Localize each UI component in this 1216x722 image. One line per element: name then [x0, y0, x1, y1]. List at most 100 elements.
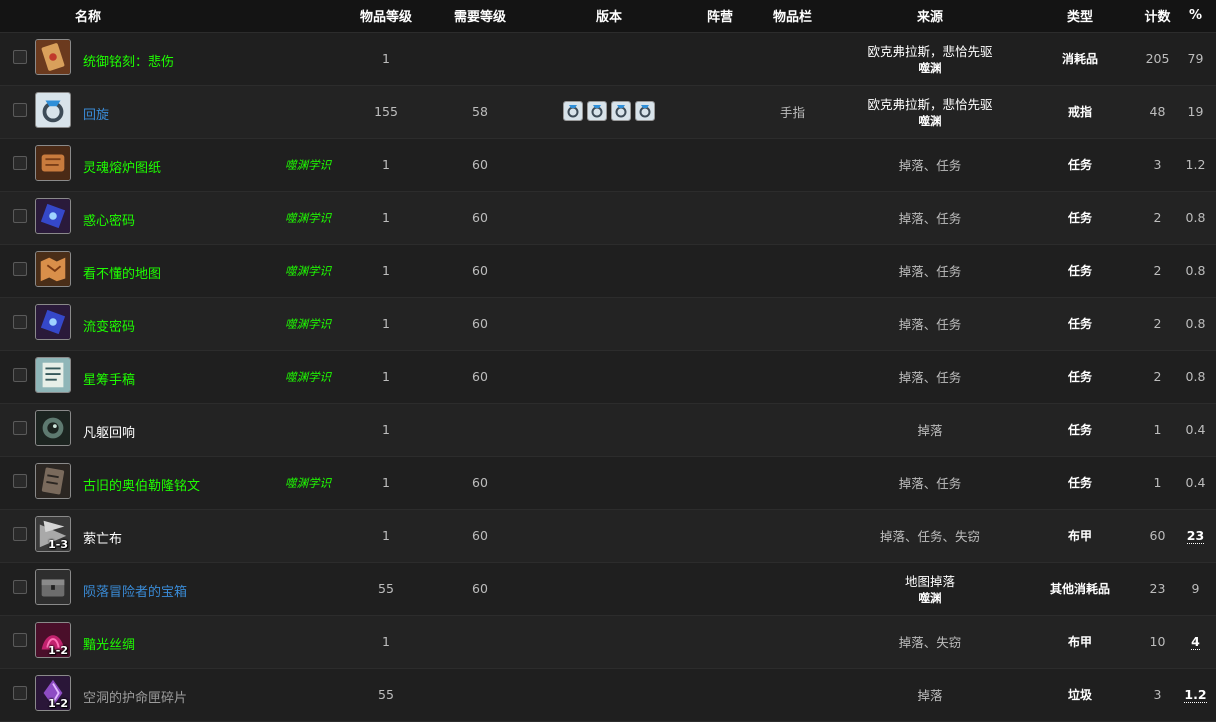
- table-row[interactable]: 流变密码 噬渊学识 1 60 掉落、任务 任务 2 0.8: [0, 297, 1216, 350]
- item-name-link[interactable]: 惑心密码: [83, 210, 135, 229]
- table-row[interactable]: 1-2 黯光丝绸 1 掉落、失窃 布甲 10 4: [0, 615, 1216, 668]
- inscription-icon[interactable]: [35, 38, 71, 75]
- header-name[interactable]: 名称: [35, 0, 335, 33]
- cloth-icon[interactable]: 1-3: [35, 515, 71, 552]
- table-row[interactable]: 看不懂的地图 噬渊学识 1 60 掉落、任务 任务 2 0.8: [0, 244, 1216, 297]
- item-name-link[interactable]: 星筹手稿: [83, 369, 135, 388]
- category-tag[interactable]: 噬渊学识: [285, 370, 331, 384]
- item-name-link[interactable]: 古旧的奥伯勒隆铭文: [83, 475, 200, 494]
- type-cell[interactable]: 任务: [1068, 423, 1092, 437]
- type-cell[interactable]: 消耗品: [1062, 52, 1098, 66]
- version-ring-icon[interactable]: [611, 100, 631, 121]
- category-tag[interactable]: 噬渊学识: [285, 158, 331, 172]
- row-checkbox[interactable]: [12, 421, 27, 435]
- table-row[interactable]: 陨落冒险者的宝箱 55 60 地图掉落 噬渊 其他消耗品 23 9: [0, 562, 1216, 615]
- category-tag[interactable]: 噬渊学识: [285, 264, 331, 278]
- category-tag[interactable]: 噬渊学识: [285, 211, 331, 225]
- slot-cell: [745, 668, 840, 721]
- item-name-link[interactable]: 流变密码: [83, 316, 135, 335]
- header-type[interactable]: 类型: [1020, 0, 1140, 33]
- scroll-icon[interactable]: [35, 144, 71, 181]
- category-tag[interactable]: 噬渊学识: [285, 476, 331, 490]
- type-cell[interactable]: 任务: [1068, 264, 1092, 278]
- source-text[interactable]: 地图掉落: [840, 571, 1020, 590]
- table-row[interactable]: 惑心密码 噬渊学识 1 60 掉落、任务 任务 2 0.8: [0, 191, 1216, 244]
- header-item-level[interactable]: 物品等级: [335, 0, 437, 33]
- table-row[interactable]: 1-2 空洞的护命匣碎片 55 掉落 垃圾 3 1.2: [0, 668, 1216, 721]
- table-row[interactable]: 星筹手稿 噬渊学识 1 60 掉落、任务 任务 2 0.8: [0, 350, 1216, 403]
- item-name-link[interactable]: 凡躯回响: [83, 422, 135, 441]
- table-row[interactable]: 回旋 155 58 手指 欧克弗拉斯，悲恰先驱 噬渊 戒指 48 19: [0, 85, 1216, 138]
- type-cell[interactable]: 布甲: [1068, 635, 1092, 649]
- row-checkbox[interactable]: [12, 156, 27, 170]
- header-faction[interactable]: 阵营: [695, 0, 745, 33]
- required-level: 60: [472, 316, 488, 331]
- type-cell[interactable]: 布甲: [1068, 529, 1092, 543]
- shard-icon[interactable]: 1-2: [35, 674, 71, 711]
- version-ring-icon[interactable]: [635, 100, 655, 121]
- source-zone[interactable]: 噬渊: [840, 590, 1020, 606]
- item-name-link[interactable]: 统御铭刻：悲伤: [83, 51, 174, 70]
- item-name-link[interactable]: 看不懂的地图: [83, 263, 161, 282]
- echo-icon[interactable]: [35, 409, 71, 446]
- table-row[interactable]: 古旧的奥伯勒隆铭文 噬渊学识 1 60 掉落、任务 任务 1 0.4: [0, 456, 1216, 509]
- type-cell[interactable]: 任务: [1068, 317, 1092, 331]
- item-name-link[interactable]: 陨落冒险者的宝箱: [83, 581, 187, 600]
- faction-cell: [695, 32, 745, 85]
- header-slot[interactable]: 物品栏: [745, 0, 840, 33]
- row-checkbox[interactable]: [12, 50, 27, 64]
- row-checkbox[interactable]: [12, 474, 27, 488]
- cipher-icon[interactable]: [35, 303, 71, 340]
- version-ring-icon[interactable]: [563, 100, 583, 121]
- row-checkbox[interactable]: [12, 315, 27, 329]
- row-checkbox[interactable]: [12, 580, 27, 594]
- header-req-level[interactable]: 需要等级: [437, 0, 523, 33]
- type-cell[interactable]: 任务: [1068, 476, 1092, 490]
- header-count[interactable]: 计数: [1140, 0, 1175, 33]
- row-checkbox[interactable]: [12, 633, 27, 647]
- row-checkbox[interactable]: [12, 527, 27, 541]
- row-checkbox[interactable]: [12, 686, 27, 700]
- table-row[interactable]: 1-3 萦亡布 1 60 掉落、任务、失窃 布甲 60 23: [0, 509, 1216, 562]
- version-ring-icon[interactable]: [587, 100, 607, 121]
- item-level: 1: [382, 528, 390, 543]
- header-percent[interactable]: %: [1175, 0, 1216, 33]
- type-cell[interactable]: 其他消耗品: [1050, 582, 1110, 596]
- source-text[interactable]: 欧克弗拉斯，悲恰先驱: [840, 94, 1020, 113]
- source-text[interactable]: 欧克弗拉斯，悲恰先驱: [840, 41, 1020, 60]
- item-name-link[interactable]: 黯光丝绸: [83, 634, 135, 653]
- header-version[interactable]: 版本: [523, 0, 695, 33]
- table-row[interactable]: 凡躯回响 1 掉落 任务 1 0.4: [0, 403, 1216, 456]
- silk-icon[interactable]: 1-2: [35, 621, 71, 658]
- category-tag[interactable]: 噬渊学识: [285, 317, 331, 331]
- header-source[interactable]: 来源: [840, 0, 1020, 33]
- slot-cell: [745, 244, 840, 297]
- type-cell[interactable]: 任务: [1068, 211, 1092, 225]
- chest-icon[interactable]: [35, 568, 71, 605]
- cipher-icon[interactable]: [35, 197, 71, 234]
- type-cell[interactable]: 任务: [1068, 370, 1092, 384]
- item-name-link[interactable]: 回旋: [83, 104, 109, 123]
- item-name-link[interactable]: 灵魂熔炉图纸: [83, 157, 161, 176]
- faction-cell: [695, 191, 745, 244]
- row-checkbox[interactable]: [12, 262, 27, 276]
- map-icon[interactable]: [35, 250, 71, 287]
- ring-icon[interactable]: [35, 91, 71, 128]
- row-checkbox[interactable]: [12, 103, 27, 117]
- percent-cell: 0.8: [1185, 263, 1206, 278]
- source-zone[interactable]: 噬渊: [840, 60, 1020, 76]
- type-cell[interactable]: 戒指: [1068, 105, 1092, 119]
- source-zone[interactable]: 噬渊: [840, 113, 1020, 129]
- manuscript-icon[interactable]: [35, 356, 71, 393]
- table-row[interactable]: 统御铭刻：悲伤 1 欧克弗拉斯，悲恰先驱 噬渊 消耗品 205 79: [0, 32, 1216, 85]
- item-name-link[interactable]: 空洞的护命匣碎片: [83, 687, 187, 706]
- row-checkbox[interactable]: [12, 209, 27, 223]
- item-level: 1: [382, 634, 390, 649]
- table-row[interactable]: 灵魂熔炉图纸 噬渊学识 1 60 掉落、任务 任务 3 1.2: [0, 138, 1216, 191]
- type-cell[interactable]: 垃圾: [1068, 688, 1092, 702]
- item-name-link[interactable]: 萦亡布: [83, 528, 122, 547]
- faction-cell: [695, 403, 745, 456]
- row-checkbox[interactable]: [12, 368, 27, 382]
- type-cell[interactable]: 任务: [1068, 158, 1092, 172]
- tablet-icon[interactable]: [35, 462, 71, 499]
